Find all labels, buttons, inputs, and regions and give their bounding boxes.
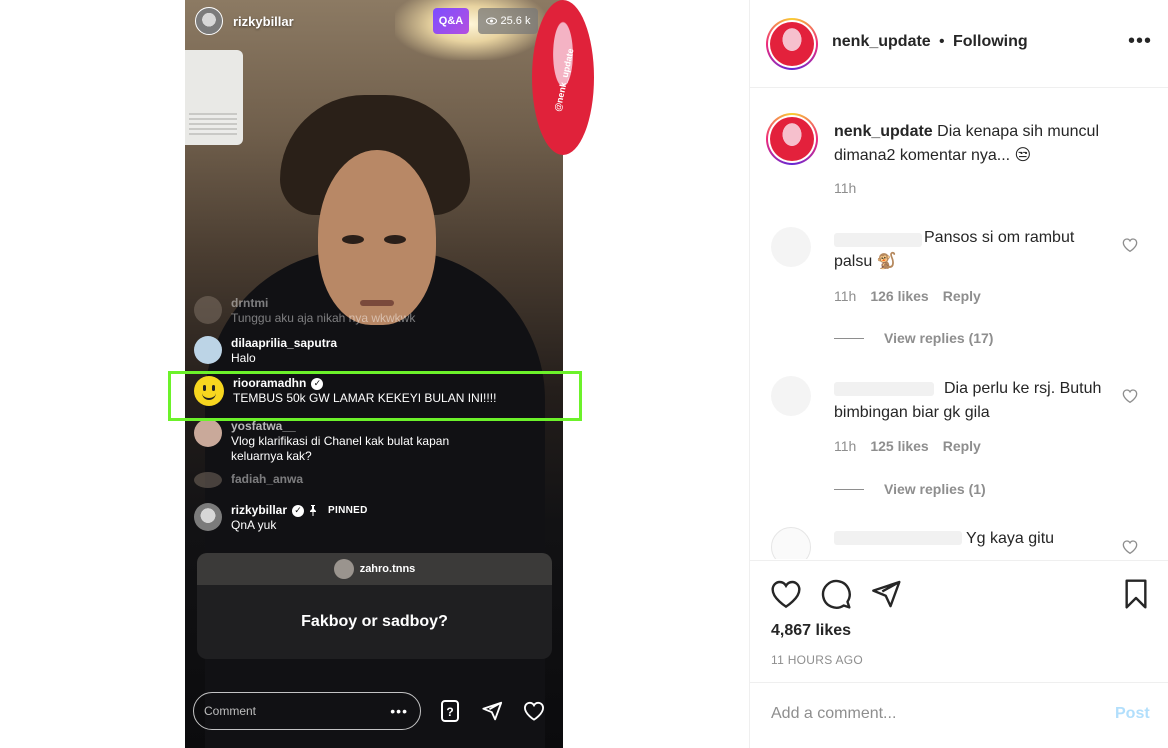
live-comment-input[interactable]: Comment •••: [193, 692, 421, 730]
commenter-avatar: [194, 503, 222, 531]
commenter-username: dilaaprilia_saputra: [231, 336, 338, 350]
live-comment: drntmi Tunggu aku aja nikah nya wkwkwk: [194, 296, 415, 326]
comment-meta: 11h 126 likes Reply: [834, 288, 981, 304]
air-conditioner: [185, 50, 243, 145]
commenter-avatar[interactable]: [771, 527, 811, 559]
comment-heart-icon[interactable]: [1122, 237, 1138, 253]
save-bookmark-icon[interactable]: [1120, 578, 1152, 610]
send-icon[interactable]: [480, 699, 504, 723]
comment-bubble-icon[interactable]: [820, 578, 852, 610]
commenter-username: yosfatwa__: [231, 419, 296, 433]
live-comment: yosfatwa__ Vlog klarifikasi di Chanel ka…: [194, 419, 491, 464]
live-comment: dilaaprilia_saputra Halo: [194, 336, 337, 366]
pin-icon: [310, 505, 317, 516]
comment-likes[interactable]: 126 likes: [870, 288, 928, 304]
comment-text: Vlog klarifikasi di Chanel kak bulat kap…: [231, 434, 450, 463]
comment-timestamp[interactable]: 11h: [834, 438, 856, 454]
post-actions: 4,867 likes 11 HOURS AGO: [750, 560, 1168, 680]
comment-heart-icon[interactable]: [1122, 388, 1138, 404]
comment-likes[interactable]: 125 likes: [870, 438, 928, 454]
add-comment-input[interactable]: Add a comment...: [771, 705, 896, 723]
commenter-username: drntmi: [231, 296, 269, 310]
viewer-count-value: 25.6 k: [500, 15, 531, 27]
commenter-avatar: [194, 336, 222, 364]
comment-text: Yg kaya gitu: [966, 530, 1055, 547]
like-heart-icon[interactable]: [770, 578, 802, 610]
commenter-avatar[interactable]: [771, 376, 811, 416]
eye-icon: [485, 17, 497, 25]
commenter-username-text: rizkybillar: [231, 503, 288, 517]
comment-thread[interactable]: nenk_update Dia kenapa sih muncul dimana…: [750, 89, 1168, 559]
live-host-avatar[interactable]: [195, 7, 223, 35]
author-username[interactable]: nenk_update: [832, 33, 931, 51]
live-host-username[interactable]: rizkybillar: [233, 14, 294, 29]
share-send-icon[interactable]: [870, 578, 902, 610]
person-left-eye: [342, 235, 364, 244]
caption-username[interactable]: nenk_update: [834, 123, 933, 140]
comment-heart-icon[interactable]: [1122, 539, 1138, 555]
viewer-count: 25.6 k: [478, 8, 538, 34]
qa-badge[interactable]: Q&A: [433, 8, 469, 34]
comment-meta: 11h 125 likes Reply: [834, 438, 981, 454]
likes-count[interactable]: 4,867 likes: [771, 622, 851, 640]
post-comment-button[interactable]: Post: [1115, 705, 1150, 723]
view-replies-label: View replies (1): [884, 481, 986, 497]
reply-button[interactable]: Reply: [943, 288, 981, 304]
question-icon[interactable]: ?: [438, 699, 462, 723]
view-replies-button[interactable]: View replies (17): [834, 330, 993, 346]
view-replies-button[interactable]: View replies (1): [834, 481, 986, 497]
question-asker: zahro.tnns: [359, 563, 416, 575]
following-button[interactable]: Following: [953, 33, 1028, 51]
commenter-avatar[interactable]: [771, 227, 811, 267]
comment-text: Pansos si om rambut palsu 🐒: [834, 229, 1075, 270]
caption-author-avatar[interactable]: [766, 113, 818, 165]
comment-timestamp[interactable]: 11h: [834, 288, 856, 304]
live-comment-placeholder: Comment: [204, 704, 257, 718]
live-comment: fadiah_anwa: [194, 472, 303, 488]
commenter-avatar: [194, 472, 222, 488]
sticker-handle: @nenk_update: [552, 47, 576, 113]
reply-button[interactable]: Reply: [943, 438, 981, 454]
more-options-icon[interactable]: •••: [390, 703, 408, 719]
commenter-username: fadiah_anwa: [231, 472, 304, 486]
instagram-post-window: rizkybillar Q&A 25.6 k ✕ zahro.tnns Fakb…: [0, 0, 1168, 748]
post-header: nenk_update • Following •••: [750, 0, 1168, 88]
question-card: zahro.tnns Fakboy or sadboy?: [197, 553, 552, 659]
account-sticker: @nenk_update: [532, 0, 594, 155]
commenter-avatar: [194, 296, 222, 324]
caption: nenk_update Dia kenapa sih muncul dimana…: [834, 120, 1134, 168]
question-card-header: zahro.tnns: [197, 553, 552, 585]
live-footer: Comment ••• ?: [193, 692, 553, 730]
highlight-box: [168, 371, 582, 421]
add-comment-bar: Add a comment... Post: [750, 682, 1168, 748]
post-media-area: rizkybillar Q&A 25.6 k ✕ zahro.tnns Fakb…: [0, 0, 749, 748]
person-right-eye: [384, 235, 406, 244]
verified-badge-icon: ✓: [292, 504, 305, 517]
live-header: rizkybillar Q&A 25.6 k ✕: [195, 6, 562, 36]
pinned-label: PINNED: [328, 505, 368, 516]
replies-line: [834, 488, 864, 490]
question-text: Fakboy or sadboy?: [301, 613, 448, 630]
comment-text: QnA yuk: [231, 518, 277, 532]
comment-text: Dia perlu ke rsj. Butuh bimbingan biar g…: [834, 380, 1102, 421]
caption-timestamp[interactable]: 11h: [834, 180, 856, 196]
view-replies-label: View replies (17): [884, 330, 994, 346]
post-timestamp[interactable]: 11 HOURS AGO: [771, 653, 863, 667]
commenter-avatar: [194, 419, 222, 447]
asker-avatar: [333, 559, 354, 579]
replies-line: [834, 337, 864, 339]
comment-text: Halo: [231, 351, 256, 365]
live-comment-pinned: rizkybillar ✓ PINNED QnA yuk: [194, 503, 368, 533]
heart-icon[interactable]: [522, 699, 546, 723]
author-avatar[interactable]: [766, 18, 818, 70]
comment-text: Tunggu aku aja nikah nya wkwkwk: [231, 311, 416, 325]
svg-text:?: ?: [446, 705, 453, 719]
more-options-icon[interactable]: •••: [1128, 30, 1152, 53]
post-details-panel: nenk_update • Following ••• nenk_update …: [749, 0, 1168, 748]
commenter-username: rizkybillar ✓ PINNED: [231, 503, 368, 518]
separator-dot: •: [939, 33, 945, 50]
